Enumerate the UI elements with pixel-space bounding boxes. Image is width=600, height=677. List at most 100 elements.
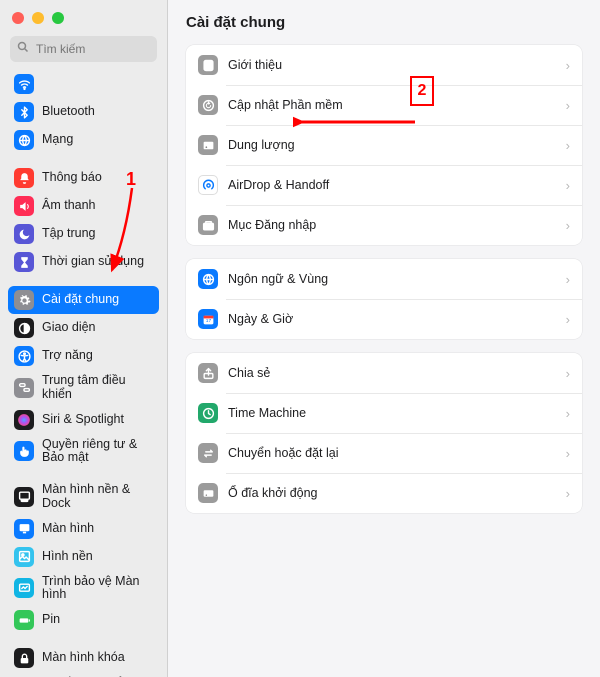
chevron-right-icon: › [566, 446, 570, 461]
sidebar-item-label: Trợ năng [42, 349, 153, 363]
minimize-window-button[interactable] [32, 12, 44, 24]
chevron-right-icon: › [566, 486, 570, 501]
settings-row-chia-s-[interactable]: Chia sẻ › [186, 353, 582, 393]
sidebar-item-label: Màn hình nền & Dock [42, 483, 153, 511]
chevron-right-icon: › [566, 218, 570, 233]
network-icon [14, 130, 34, 150]
battery-icon [14, 610, 34, 630]
settings-row-m-c-ng-nh-p[interactable]: Mục Đăng nhập › [186, 205, 582, 245]
sidebar-item-th-i-gian-s-d-ng[interactable]: Thời gian sử dụng [8, 248, 159, 276]
bell-icon [14, 168, 34, 188]
settings-row-label: Time Machine [228, 406, 556, 420]
settings-row-c-p-nh-t-ph-n-m-m[interactable]: Cập nhật Phần mềm › [186, 85, 582, 125]
sidebar-item-touch-id-m-t-kh-u[interactable]: Touch ID & Mật khẩu [8, 672, 159, 677]
sidebar-item-label: Tập trung [42, 227, 153, 241]
storage-icon [198, 135, 218, 155]
sidebar-item-m-n-h-nh-kh-a[interactable]: Màn hình khóa [8, 644, 159, 672]
update-icon [198, 95, 218, 115]
fullscreen-window-button[interactable] [52, 12, 64, 24]
chevron-right-icon: › [566, 366, 570, 381]
settings-row-label: Dung lượng [228, 138, 556, 152]
lock-icon [14, 648, 34, 668]
sidebar-item-label: Quyền riêng tư & Bảo mật [42, 438, 153, 466]
settings-row-ng-y-gi-[interactable]: 17Ngày & Giờ› [186, 299, 582, 339]
startup-icon [198, 483, 218, 503]
chevron-right-icon: › [566, 406, 570, 421]
chevron-right-icon: › [566, 178, 570, 193]
settings-row-ng-n-ng-v-ng[interactable]: Ngôn ngữ & Vùng› [186, 259, 582, 299]
timemachine-icon [198, 403, 218, 423]
sidebar-list: Bluetooth Mạng Thông báo Âm thanh Tập trung T… [0, 70, 167, 677]
sidebar-item-h-nh-n-n[interactable]: Hình nền [8, 543, 159, 571]
about-icon [198, 55, 218, 75]
sidebar-item-label: Mạng [42, 133, 153, 147]
sidebar-item--m-thanh[interactable]: Âm thanh [8, 192, 159, 220]
chevron-right-icon: › [566, 138, 570, 153]
chevron-right-icon: › [566, 272, 570, 287]
airdrop-icon [198, 175, 218, 195]
calendar-icon: 17 [198, 309, 218, 329]
sidebar-item-item-0[interactable] [8, 70, 159, 98]
sidebar-item-trung-t-m-i-u-khi-n[interactable]: Trung tâm điều khiển [8, 370, 159, 406]
sidebar-item-tr-n-ng[interactable]: Trợ năng [8, 342, 159, 370]
sidebar-item-giao-di-n[interactable]: Giao diện [8, 314, 159, 342]
settings-row--a-kh-i-ng[interactable]: Ổ đĩa khởi động › [186, 473, 582, 513]
settings-row-label: Cập nhật Phần mềm [228, 98, 556, 112]
chevron-right-icon: › [566, 312, 570, 327]
sidebar-item-m-ng[interactable]: Mạng [8, 126, 159, 154]
sidebar-item-siri-spotlight[interactable]: Siri & Spotlight [8, 406, 159, 434]
sidebar-item-label: Thời gian sử dụng [42, 255, 153, 269]
settings-row-label: Giới thiệu [228, 58, 556, 72]
sidebar-item-quy-n-ri-ng-t-b-o-m-t[interactable]: Quyền riêng tư & Bảo mật [8, 434, 159, 470]
sidebar-item-label: Siri & Spotlight [42, 413, 153, 427]
search-input[interactable] [10, 36, 157, 62]
settings-row-airdrop-handoff[interactable]: AirDrop & Handoff › [186, 165, 582, 205]
appearance-icon [14, 318, 34, 338]
settings-row-label: Mục Đăng nhập [228, 218, 556, 232]
sidebar-item-th-ng-b-o[interactable]: Thông báo [8, 164, 159, 192]
display-icon [14, 519, 34, 539]
settings-group-2: Chia sẻ›Time Machine›Chuyển hoặc đặt lại… [186, 353, 582, 513]
search-icon [17, 40, 29, 58]
settings-row-dung-l-ng[interactable]: Dung lượng › [186, 125, 582, 165]
settings-row-label: AirDrop & Handoff [228, 178, 556, 192]
sidebar-item-bluetooth[interactable]: Bluetooth [8, 98, 159, 126]
login-items-icon [198, 215, 218, 235]
traffic-lights [0, 0, 167, 32]
wifi-icon [14, 74, 34, 94]
switches-icon [14, 378, 34, 398]
close-window-button[interactable] [12, 12, 24, 24]
bluetooth-icon [14, 102, 34, 122]
share-icon [198, 363, 218, 383]
settings-row-chuy-n-ho-c-t-l-i[interactable]: Chuyển hoặc đặt lại› [186, 433, 582, 473]
chevron-right-icon: › [566, 58, 570, 73]
settings-row-label: Ổ đĩa khởi động [228, 486, 556, 500]
sidebar-item-label: Trình bảo vệ Màn hình [42, 575, 153, 603]
siri-icon [14, 410, 34, 430]
sidebar-item-label: Thông báo [42, 171, 153, 185]
speaker-icon [14, 196, 34, 216]
sidebar-item-m-n-h-nh[interactable]: Màn hình [8, 515, 159, 543]
settings-group-1: Ngôn ngữ & Vùng›17Ngày & Giờ› [186, 259, 582, 339]
hourglass-icon [14, 252, 34, 272]
page-title: Cài đặt chung [186, 14, 582, 31]
sidebar-item-t-p-trung[interactable]: Tập trung [8, 220, 159, 248]
sidebar-item-label: Trung tâm điều khiển [42, 374, 153, 402]
settings-row-time-machine[interactable]: Time Machine › [186, 393, 582, 433]
settings-row-label: Chia sẻ [228, 366, 556, 380]
search-container [0, 32, 167, 70]
sidebar-item-label: Hình nền [42, 550, 153, 564]
hand-icon [14, 441, 34, 461]
sidebar-item-label: Màn hình khóa [42, 651, 153, 665]
moon-icon [14, 224, 34, 244]
sidebar-item-pin[interactable]: Pin [8, 606, 159, 634]
sidebar-item-label: Giao diện [42, 321, 153, 335]
settings-row-gi-i-thi-u[interactable]: Giới thiệu › [186, 45, 582, 85]
sidebar: Bluetooth Mạng Thông báo Âm thanh Tập trung T… [0, 0, 168, 677]
chevron-right-icon: › [566, 98, 570, 113]
sidebar-item-label: Bluetooth [42, 105, 153, 119]
sidebar-item-c-i-t-chung[interactable]: Cài đặt chung [8, 286, 159, 314]
sidebar-item-tr-nh-b-o-v-m-n-h-nh[interactable]: Trình bảo vệ Màn hình [8, 571, 159, 607]
sidebar-item-m-n-h-nh-n-n-dock[interactable]: Màn hình nền & Dock [8, 479, 159, 515]
sidebar-item-label: Âm thanh [42, 199, 153, 213]
